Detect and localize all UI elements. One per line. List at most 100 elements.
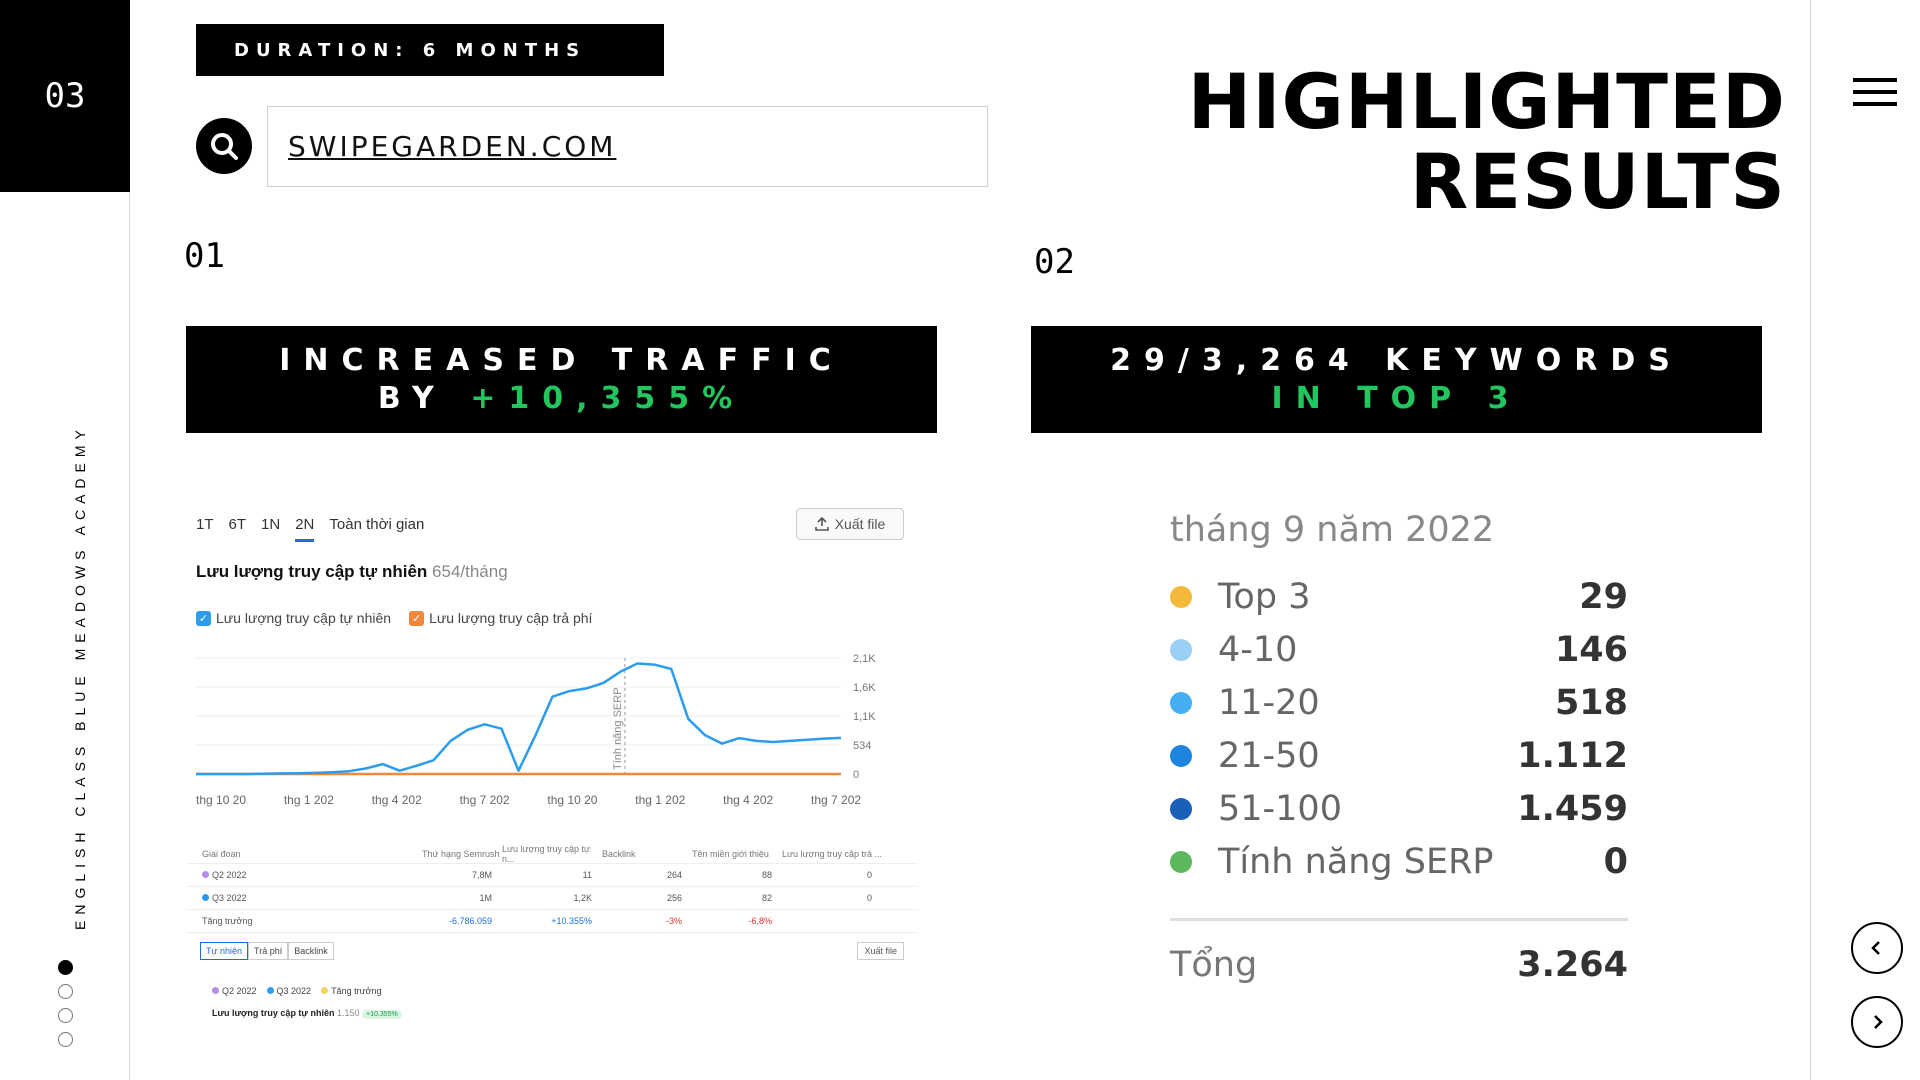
keyword-label: 11-20 [1218,683,1320,723]
legend-growth: Tăng trưởng [321,986,382,996]
table-cell-period: Q3 2022 [202,893,422,903]
range-tab-6t[interactable]: 6T [229,516,247,542]
range-tab-1n[interactable]: 1N [261,516,280,542]
range-tab-all[interactable]: Toàn thời gian [329,516,424,542]
table-cell: -3% [665,916,682,926]
table-cell: 256 [666,893,682,903]
search-value: SWIPEGARDEN.COM [288,130,617,163]
keyword-value: 518 [1554,683,1628,723]
table-cell: 1,2K [573,893,592,903]
table-header: Giai đoạn Thứ hạng Semrush Lưu lượng tru… [186,844,918,864]
legend-q2: Q2 2022 [212,986,257,996]
hamburger-menu-icon[interactable] [1853,78,1897,110]
table-cell: -6.786.059 [448,916,492,926]
x-tick-label: thg 4 202 [723,793,773,807]
keyword-label: 4-10 [1218,630,1298,670]
search-input[interactable]: SWIPEGARDEN.COM [267,106,988,187]
total-value: 3.264 [1517,945,1628,985]
table-cell: 264 [666,870,682,880]
table-cell: 0 [866,870,872,880]
legend-organic[interactable]: ✓ Lưu lượng truy cập tự nhiên [196,610,391,626]
page-dot-3[interactable] [58,1008,73,1023]
dot-icon [1170,692,1192,714]
dot-icon [1170,851,1192,873]
keyword-row-top3: Top 3 29 [1170,572,1628,622]
period-legend: Q2 2022 Q3 2022 Tăng trưởng [212,986,382,996]
keyword-label: Top 3 [1218,577,1311,617]
table-header-cell: Backlink [602,849,636,859]
export-button[interactable]: Xuất file [796,508,904,540]
table-cell-period: Tăng trưởng [202,916,253,926]
keywords-headline-line1: 29/3,264 KEYWORDS [1110,342,1683,378]
table-cell: 0 [866,893,872,903]
table-cell: -6,8% [748,916,772,926]
traffic-title-label: Lưu lượng truy cập tự nhiên [196,562,428,581]
range-tab-2n[interactable]: 2N [295,516,315,542]
subtab-backlink[interactable]: Backlink [288,942,334,960]
page-dot-1[interactable] [58,960,73,975]
page-dot-2[interactable] [58,984,73,999]
keywords-period-title: tháng 9 năm 2022 [1170,510,1495,550]
range-tab-1t[interactable]: 1T [196,516,214,542]
table-row: Q3 2022 1M 1,2K 256 82 0 [186,887,918,910]
table-header-cell: Tên miền giới thiệu [692,849,769,859]
keywords-screenshot: tháng 9 năm 2022 Top 3 29 4-10 146 11-20… [1160,490,1640,1010]
subtab-organic[interactable]: Tự nhiên [200,942,249,960]
total-label: Tổng [1170,945,1258,985]
table-cell-period: Q2 2022 [202,870,422,880]
keyword-row-21-50: 21-50 1.112 [1170,731,1628,781]
table-cell: 82 [761,893,772,903]
pagination-dots [58,960,73,1047]
traffic-title-value: 654 [432,562,461,581]
legend-paid[interactable]: ✓ Lưu lượng truy cập trả phí [409,610,592,626]
prev-slide-button[interactable] [1851,922,1903,974]
keywords-headline-highlight: IN TOP 3 [1271,380,1522,416]
traffic-title-unit: /tháng [460,562,508,581]
page-dot-4[interactable] [58,1032,73,1047]
x-tick-label: thg 10 20 [196,793,246,807]
traffic-headline: INCREASED TRAFFIC BY +10,355% [186,326,937,433]
traffic-headline-line1: INCREASED TRAFFIC [279,342,844,378]
checkbox-checked-icon: ✓ [196,610,211,626]
checkbox-checked-icon: ✓ [409,610,425,626]
keyword-row-51-100: 51-100 1.459 [1170,784,1628,834]
next-slide-button[interactable] [1851,996,1903,1048]
keyword-value: 146 [1554,630,1628,670]
traffic-headline-prefix: BY [377,380,471,416]
keyword-row-serp: Tính năng SERP 0 [1170,837,1628,887]
section-number-2: 02 [1034,242,1075,282]
x-tick-label: thg 1 202 [284,793,334,807]
table-row-growth: Tăng trưởng -6.786.059 +10.355% -3% -6,8… [186,910,918,933]
keyword-value: 1.459 [1517,789,1628,829]
slide-number: 03 [0,0,130,192]
growth-badge: +10.355% [362,1010,402,1019]
keyword-row-4-10: 4-10 146 [1170,625,1628,675]
legend-q3: Q3 2022 [266,986,311,996]
keyword-total-row: Tổng 3.264 [1170,945,1628,985]
table-cell: +10.355% [551,916,592,926]
table-cell: 7,8M [471,870,492,880]
x-tick-label: thg 1 202 [635,793,685,807]
table-cell: 88 [761,870,772,880]
series-line [196,662,842,776]
dot-icon [1170,745,1192,767]
table-cell: 11 [582,870,592,880]
export-label: Xuất file [834,516,886,532]
academy-vertical-text: ENGLISH CLASS BLUE MEADOWS ACADEMY [72,424,88,930]
search-button[interactable] [196,118,252,174]
legend-paid-label: Lưu lượng truy cập trả phí [429,610,593,626]
export-button-small[interactable]: Xuất file [857,942,904,960]
title-line-2: RESULTS [1409,137,1786,226]
traffic-line-chart: 2,1K 1,6K 1,1K 534 0 thg 10 20 thg 1 202 thg 4 … [196,653,876,807]
table-header-cell: Lưu lượng truy cập trả ... [782,849,882,859]
subtab-paid[interactable]: Trả phí [248,942,289,960]
keyword-label: 21-50 [1218,736,1320,776]
dot-icon [1170,586,1192,608]
title-line-1: HIGHLIGHTED [1187,57,1786,146]
keyword-row-11-20: 11-20 518 [1170,678,1628,728]
traffic-footer: Lưu lượng truy cập tự nhiên 1.150 +10.35… [212,1008,402,1019]
x-tick-label: thg 7 202 [811,793,861,807]
page-title: HIGHLIGHTED RESULTS [1188,62,1786,222]
y-tick-label: 1,1K [853,711,876,723]
keyword-label: 51-100 [1218,789,1342,829]
